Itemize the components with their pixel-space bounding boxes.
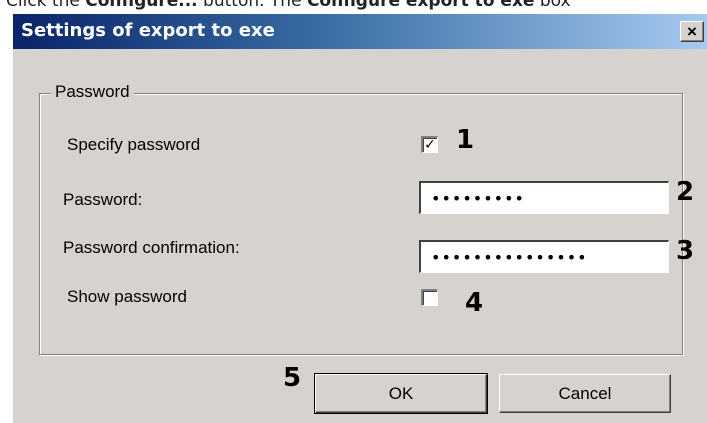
specify-password-label: Specify password (67, 135, 201, 154)
close-button[interactable]: × (680, 21, 704, 42)
callout-4: 4 (465, 288, 484, 318)
password-group-title: Password (51, 82, 134, 102)
callout-1: 1 (456, 125, 475, 155)
password-confirmation-label: Password confirmation: (63, 238, 240, 257)
callout-3: 3 (676, 236, 695, 266)
background-instruction-text: Click the Configure... button. The Confi… (6, 0, 571, 11)
show-password-label: Show password (67, 287, 188, 306)
check-icon: ✓ (424, 137, 436, 153)
password-groupbox (39, 93, 683, 355)
show-password-checkbox[interactable] (421, 289, 438, 306)
specify-password-checkbox[interactable]: ✓ (421, 136, 438, 153)
close-icon: × (687, 22, 697, 41)
password-confirmation-field[interactable]: ••••••••••••••• (419, 240, 669, 273)
ok-button[interactable]: OK (314, 373, 488, 414)
cancel-button[interactable]: Cancel (499, 374, 671, 413)
password-field[interactable]: ••••••••• (419, 181, 669, 214)
callout-5: 5 (283, 363, 302, 393)
password-label: Password: (63, 190, 143, 209)
export-settings-dialog: Settings of export to exe × Password Spe… (12, 13, 707, 423)
title-bar[interactable]: Settings of export to exe × (13, 14, 707, 49)
background-page-edge (0, 13, 12, 423)
callout-2: 2 (676, 177, 695, 207)
dialog-title: Settings of export to exe (21, 20, 275, 41)
